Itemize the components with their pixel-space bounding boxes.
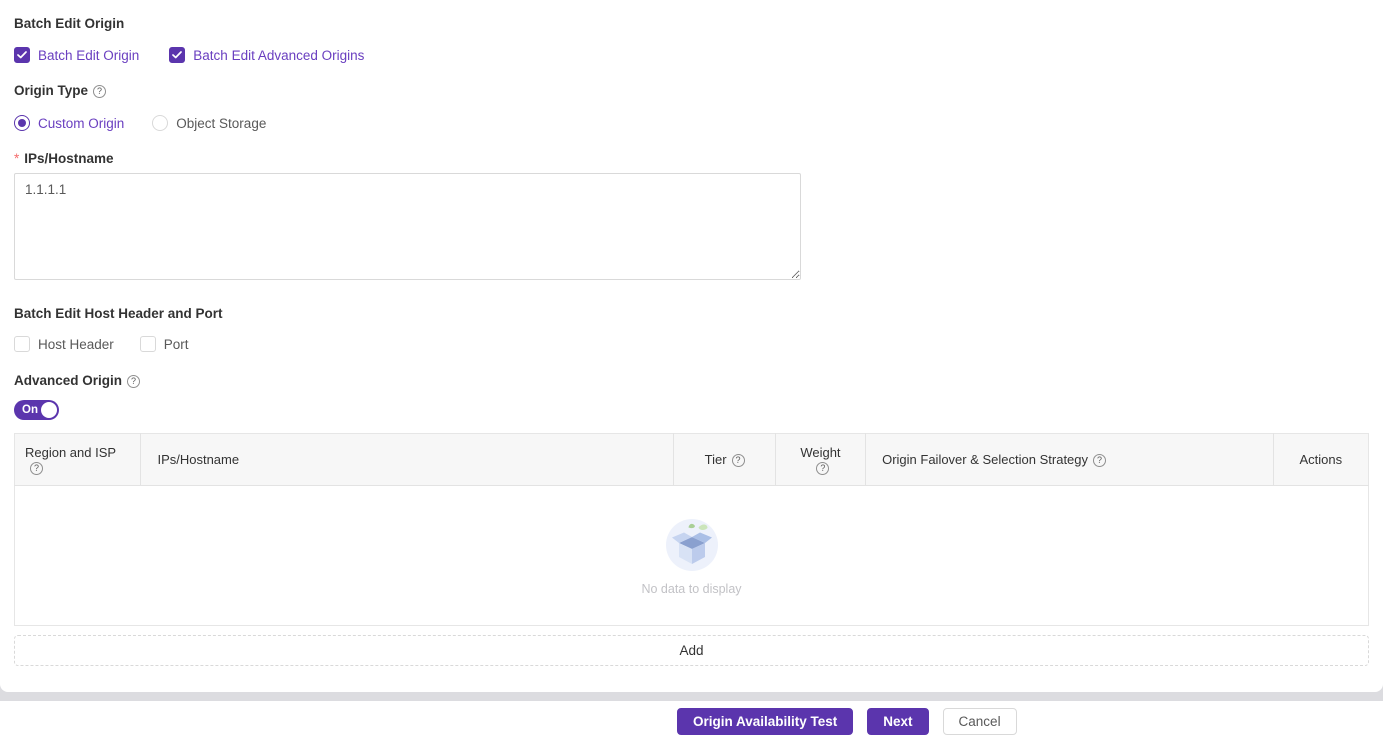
section-title-batch-edit-origin: Batch Edit Origin [14,16,125,31]
table-empty-row: No data to display [14,485,1369,626]
checkbox-label: Batch Edit Advanced Origins [193,47,365,63]
required-asterisk: * [14,151,20,166]
help-icon[interactable]: ? [127,375,141,388]
table-header-row: Region and ISP? IPs/Hostname Tier? Weigh… [14,433,1369,486]
ips-hostname-textarea[interactable]: 1.1.1.1 [14,173,801,280]
origin-type-label: Origin Type? [14,83,1369,98]
radio-custom-origin[interactable]: Custom Origin [14,115,124,131]
batch-edit-origin-panel: Batch Edit Origin Batch Edit Origin Batc… [0,0,1383,692]
ips-hostname-label: * IPs/Hostname [14,151,114,166]
checkbox-host-header[interactable]: Host Header [14,336,114,352]
checkbox-batch-edit-advanced-origins[interactable]: Batch Edit Advanced Origins [169,47,364,63]
advanced-origins-table: Region and ISP? IPs/Hostname Tier? Weigh… [14,433,1369,666]
checkbox-batch-edit-origin[interactable]: Batch Edit Origin [14,47,139,63]
col-header-ips-hostname: IPs/Hostname [140,433,675,486]
empty-state-text: No data to display [641,582,742,596]
page-background: Batch Edit Origin Batch Edit Origin Batc… [0,0,1383,701]
help-icon[interactable]: ? [30,461,43,475]
section-title-host-header-port: Batch Edit Host Header and Port [14,306,223,321]
checkbox-unchecked-icon [14,336,30,352]
footer-action-bar: Origin Availability Test Next Cancel [0,701,1383,741]
origin-type-radio-group: Custom Origin Object Storage [14,115,1369,131]
checkbox-unchecked-icon [139,336,156,352]
col-header-failover-strategy: Origin Failover & Selection Strategy? [865,433,1274,486]
advanced-origin-label: Advanced Origin? [14,373,1369,388]
col-header-tier: Tier? [673,433,776,486]
checkbox-checked-icon [169,47,186,63]
checkbox-label: Batch Edit Origin [38,47,140,63]
origin-availability-test-button[interactable]: Origin Availability Test [677,707,854,735]
host-header-port-checkbox-row: Host Header Port [14,336,1369,352]
checkbox-port[interactable]: Port [139,336,189,352]
radio-selected-icon [14,115,30,131]
col-header-weight: Weight? [775,433,867,486]
checkbox-label: Port [163,336,189,352]
advanced-origin-toggle[interactable]: On [14,400,59,420]
help-icon[interactable]: ? [731,454,745,467]
help-icon[interactable]: ? [93,85,107,98]
radio-label: Object Storage [176,115,267,131]
radio-unselected-icon [152,115,169,131]
add-origin-button[interactable]: Add [14,635,1369,666]
cancel-button[interactable]: Cancel [942,707,1017,735]
radio-object-storage[interactable]: Object Storage [152,115,266,131]
next-button[interactable]: Next [867,707,929,735]
empty-box-icon [665,519,718,571]
checkbox-label: Host Header [38,336,114,352]
toggle-knob [41,402,57,418]
toggle-state-label: On [22,404,38,416]
batch-edit-checkbox-row: Batch Edit Origin Batch Edit Advanced Or… [14,47,1369,63]
help-icon[interactable]: ? [1093,454,1107,467]
col-header-actions: Actions [1273,433,1369,486]
col-header-region-isp: Region and ISP? [14,433,142,486]
empty-state: No data to display [641,515,742,596]
radio-label: Custom Origin [38,115,125,131]
checkbox-checked-icon [14,47,30,63]
help-icon[interactable]: ? [816,461,830,475]
